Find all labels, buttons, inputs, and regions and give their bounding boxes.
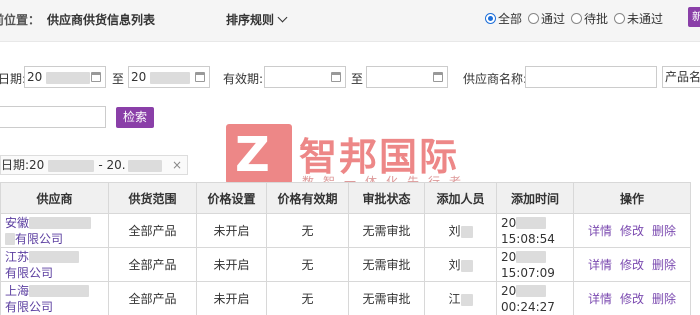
- date-label: 日期:: [0, 72, 27, 86]
- time-cell: 20 15:08:54: [496, 213, 574, 248]
- calendar-icon: [195, 72, 205, 82]
- filter-rejected[interactable]: 未通过: [614, 10, 663, 27]
- column-header[interactable]: 审批状态: [348, 182, 425, 214]
- price-cell: 未开启: [196, 247, 267, 282]
- active-filter-chip: 日期:20- 20. ×: [0, 155, 188, 175]
- column-header: 操作: [573, 182, 691, 214]
- table-row: 上海 有限公司 全部产品 未开启 无 无需审批 江 20 00:24:27 详情 修改…: [0, 281, 691, 315]
- top-bar: 当前位置： 供应商供货信息列表 排序规则 全部 通过 待批 未通过 新: [0, 0, 700, 42]
- radio-icon: [571, 13, 583, 24]
- delete-link[interactable]: 删除: [652, 258, 676, 272]
- radio-icon: [485, 13, 496, 24]
- supplier-cell[interactable]: 安徽 有限公司: [0, 213, 109, 248]
- filter-approved[interactable]: 通过: [528, 10, 565, 27]
- table-row: 江苏 有限公司 全部产品 未开启 无 无需审批 刘 20 15:07:09 详情 修改…: [0, 247, 691, 282]
- column-header[interactable]: 添加时间: [496, 182, 574, 214]
- to-label: 至: [112, 72, 125, 86]
- date-end-input[interactable]: 20: [128, 66, 210, 88]
- column-header[interactable]: 价格设置: [196, 182, 267, 214]
- column-header[interactable]: 供应商: [0, 182, 109, 214]
- page-title: 供应商供货信息列表: [47, 13, 156, 27]
- approval-cell: 无需审批: [348, 247, 425, 282]
- price-cell: 未开启: [196, 281, 267, 315]
- actions-cell: 详情 修改 删除: [573, 281, 691, 315]
- detail-link[interactable]: 详情: [588, 292, 612, 306]
- scope-cell: 全部产品: [108, 247, 197, 282]
- supplier-table: 供应商 供货范围 价格设置 价格有效期 审批状态 添加人员 添加时间 操作 安徽…: [0, 182, 691, 315]
- scope-cell: 全部产品: [108, 281, 197, 315]
- add-button[interactable]: 新: [688, 7, 700, 27]
- column-header[interactable]: 供货范围: [108, 182, 197, 214]
- sort-dropdown[interactable]: 排序规则: [226, 11, 288, 28]
- radio-icon: [614, 13, 626, 24]
- column-header[interactable]: 价格有效期: [266, 182, 349, 214]
- user-cell: 刘: [424, 213, 497, 248]
- supplier-name-label: 供应商名称:: [463, 72, 528, 86]
- user-cell: 江: [424, 281, 497, 315]
- column-header[interactable]: 添加人员: [424, 182, 497, 214]
- chevron-down-icon: [277, 12, 288, 23]
- validity-label: 有效期:: [223, 72, 264, 86]
- validity-cell: 无: [266, 247, 349, 282]
- calendar-icon: [91, 72, 101, 82]
- filter-pending[interactable]: 待批: [571, 10, 608, 27]
- location-prefix: 当前位置：: [0, 13, 41, 27]
- delete-link[interactable]: 删除: [652, 224, 676, 238]
- approval-cell: 无需审批: [348, 281, 425, 315]
- keyword-input[interactable]: [0, 106, 106, 128]
- product-name-field[interactable]: 产品名: [662, 66, 700, 88]
- actions-cell: 详情 修改 删除: [573, 213, 691, 248]
- edit-link[interactable]: 修改: [620, 258, 644, 272]
- edit-link[interactable]: 修改: [620, 224, 644, 238]
- actions-cell: 详情 修改 删除: [573, 247, 691, 282]
- to-label: 至: [351, 72, 364, 86]
- detail-link[interactable]: 详情: [588, 224, 612, 238]
- time-cell: 20 15:07:09: [496, 247, 574, 282]
- validity-end-input[interactable]: [366, 66, 448, 88]
- supplier-name-input[interactable]: [525, 66, 657, 88]
- supplier-cell[interactable]: 上海 有限公司: [0, 281, 109, 315]
- calendar-icon: [433, 72, 443, 82]
- price-cell: 未开启: [196, 213, 267, 248]
- time-cell: 20 00:24:27: [496, 281, 574, 315]
- filter-all[interactable]: 全部: [485, 10, 522, 27]
- table-row: 安徽 有限公司 全部产品 未开启 无 无需审批 刘 20 15:08:54 详情 修改…: [0, 213, 691, 248]
- date-start-input[interactable]: 20: [24, 66, 106, 88]
- logo-mark: Z: [226, 124, 292, 184]
- validity-cell: 无: [266, 213, 349, 248]
- validity-cell: 无: [266, 281, 349, 315]
- close-icon[interactable]: ×: [172, 156, 182, 174]
- delete-link[interactable]: 删除: [652, 292, 676, 306]
- table-header-row: 供应商 供货范围 价格设置 价格有效期 审批状态 添加人员 添加时间 操作: [0, 182, 691, 214]
- scope-cell: 全部产品: [108, 213, 197, 248]
- approval-filter: 全部 通过 待批 未通过: [485, 10, 663, 27]
- sort-label: 排序规则: [226, 13, 275, 27]
- radio-icon: [528, 13, 540, 24]
- user-cell: 刘: [424, 247, 497, 282]
- detail-link[interactable]: 详情: [588, 258, 612, 272]
- edit-link[interactable]: 修改: [620, 292, 644, 306]
- calendar-icon: [331, 72, 341, 82]
- approval-cell: 无需审批: [348, 213, 425, 248]
- search-button[interactable]: 检索: [116, 107, 154, 128]
- validity-start-input[interactable]: [264, 66, 346, 88]
- supplier-cell[interactable]: 江苏 有限公司: [0, 247, 109, 282]
